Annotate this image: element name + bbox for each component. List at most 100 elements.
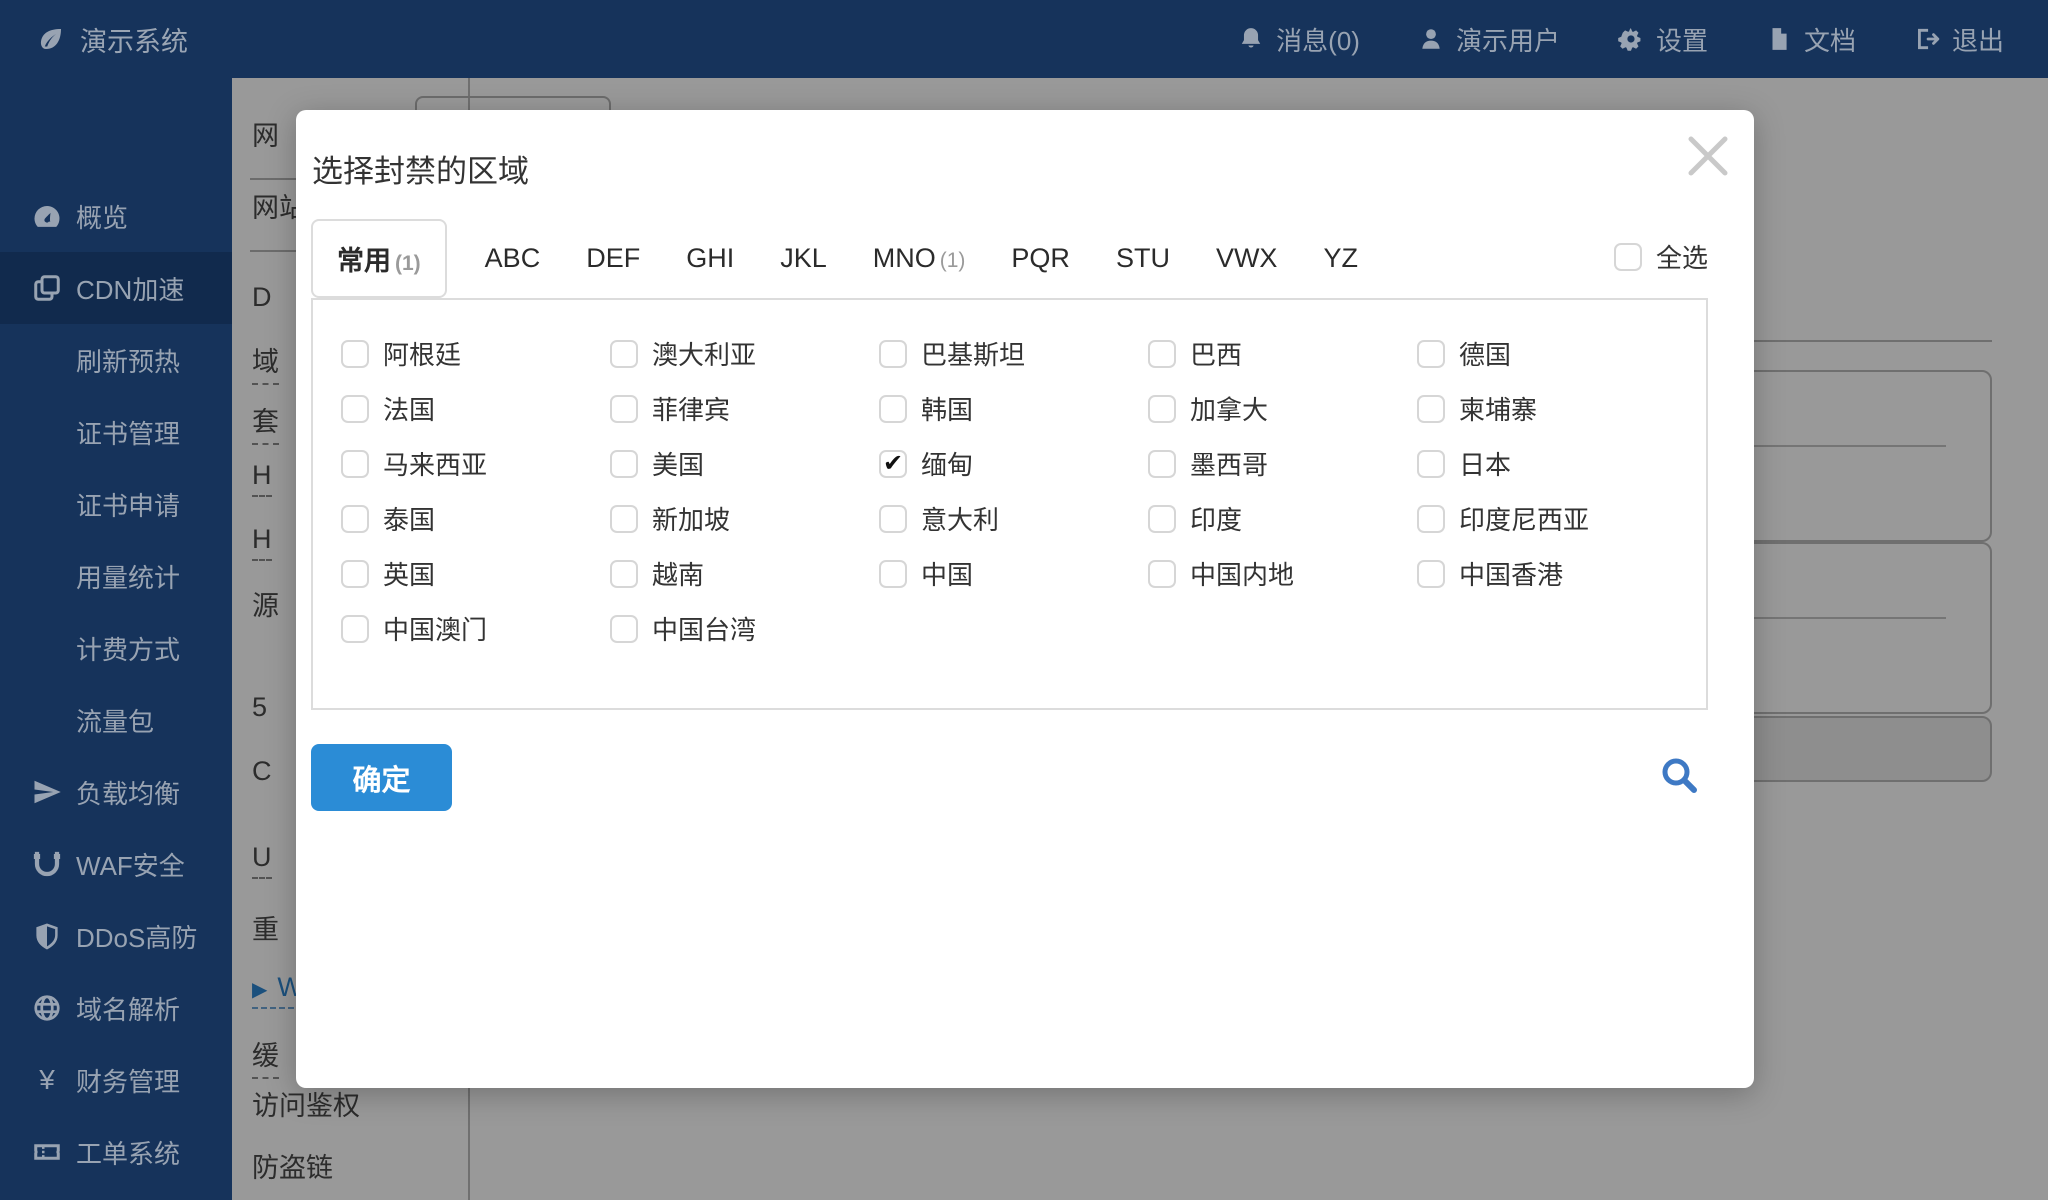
region-checkbox[interactable] (610, 615, 638, 643)
tab-ABC[interactable]: ABC (485, 243, 541, 274)
confirm-button[interactable]: 确定 (311, 744, 452, 811)
region-option-澳大利亚[interactable]: 澳大利亚 (610, 326, 879, 381)
topbar-item-logout[interactable]: 退出 (1914, 21, 2004, 58)
sidebar-item-WAF安全[interactable]: WAF安全 (0, 828, 232, 900)
region-option-菲律宾[interactable]: 菲律宾 (610, 381, 879, 436)
document-icon (1766, 26, 1792, 52)
region-checkbox[interactable] (610, 395, 638, 423)
region-option-英国[interactable]: 英国 (341, 546, 610, 601)
search-icon (1658, 754, 1702, 798)
tab-常用[interactable]: 常用(1) (311, 219, 447, 298)
region-checkbox[interactable] (1417, 560, 1445, 588)
sidebar-item-label: 计费方式 (76, 630, 180, 667)
region-label: 澳大利亚 (652, 335, 756, 372)
app-logo[interactable]: 演示系统 (36, 20, 188, 59)
region-option-柬埔寨[interactable]: 柬埔寨 (1417, 381, 1686, 436)
region-option-意大利[interactable]: 意大利 (879, 491, 1148, 546)
tab-JKL[interactable]: JKL (780, 243, 827, 274)
region-option-中国台湾[interactable]: 中国台湾 (610, 601, 879, 656)
tab-count: (1) (940, 249, 966, 272)
region-option-马来西亚[interactable]: 马来西亚 (341, 436, 610, 491)
region-checkbox[interactable] (341, 340, 369, 368)
region-checkbox[interactable] (341, 450, 369, 478)
region-checkbox[interactable] (1417, 505, 1445, 533)
region-checkbox[interactable] (341, 615, 369, 643)
region-checkbox[interactable] (610, 450, 638, 478)
sidebar-item-用量统计[interactable]: 用量统计 (0, 540, 232, 612)
region-checkbox[interactable] (879, 560, 907, 588)
tab-MNO[interactable]: MNO(1) (873, 243, 966, 274)
region-checkbox[interactable] (879, 395, 907, 423)
region-option-泰国[interactable]: 泰国 (341, 491, 610, 546)
region-checkbox-checked[interactable] (879, 450, 907, 478)
region-option-越南[interactable]: 越南 (610, 546, 879, 601)
sidebar-item-证书管理[interactable]: 证书管理 (0, 396, 232, 468)
sidebar-item-DDoS高防[interactable]: DDoS高防 (0, 900, 232, 972)
sidebar-item-刷新预热[interactable]: 刷新预热 (0, 324, 232, 396)
region-checkbox[interactable] (610, 560, 638, 588)
sidebar-item-负载均衡[interactable]: 负载均衡 (0, 756, 232, 828)
region-option-中国[interactable]: 中国 (879, 546, 1148, 601)
sidebar-item-概览[interactable]: 概览 (0, 180, 232, 252)
region-option-美国[interactable]: 美国 (610, 436, 879, 491)
region-checkbox[interactable] (610, 505, 638, 533)
tab-YZ[interactable]: YZ (1323, 243, 1358, 274)
region-option-中国内地[interactable]: 中国内地 (1148, 546, 1417, 601)
topbar-item-settings[interactable]: 设置 (1618, 21, 1708, 58)
region-checkbox[interactable] (1148, 395, 1176, 423)
region-checkbox[interactable] (341, 395, 369, 423)
region-option-墨西哥[interactable]: 墨西哥 (1148, 436, 1417, 491)
region-option-德国[interactable]: 德国 (1417, 326, 1686, 381)
region-checkbox[interactable] (1148, 560, 1176, 588)
sidebar-item-财务管理[interactable]: ¥财务管理 (0, 1044, 232, 1116)
close-button[interactable] (1676, 124, 1740, 188)
sidebar-item-流量包[interactable]: 流量包 (0, 684, 232, 756)
region-option-阿根廷[interactable]: 阿根廷 (341, 326, 610, 381)
topbar-item-label: 退出 (1952, 21, 2004, 58)
tab-VWX[interactable]: VWX (1216, 243, 1278, 274)
search-button[interactable] (1658, 754, 1702, 798)
region-option-中国澳门[interactable]: 中国澳门 (341, 601, 610, 656)
tab-PQR[interactable]: PQR (1011, 243, 1070, 274)
topbar-item-messages[interactable]: 消息(0) (1238, 21, 1360, 58)
tab-DEF[interactable]: DEF (586, 243, 640, 274)
region-option-巴西[interactable]: 巴西 (1148, 326, 1417, 381)
region-checkbox[interactable] (1417, 395, 1445, 423)
tab-GHI[interactable]: GHI (686, 243, 734, 274)
region-checkbox[interactable] (879, 505, 907, 533)
region-checkbox[interactable] (1417, 450, 1445, 478)
sidebar-item-工单系统[interactable]: 工单系统 (0, 1116, 232, 1188)
region-label: 中国台湾 (652, 610, 756, 647)
sidebar-item-访问控制[interactable]: 访问控制 (0, 1188, 232, 1200)
region-checkbox[interactable] (341, 505, 369, 533)
region-option-印度尼西亚[interactable]: 印度尼西亚 (1417, 491, 1686, 546)
tab-STU[interactable]: STU (1116, 243, 1170, 274)
region-option-缅甸[interactable]: 缅甸 (879, 436, 1148, 491)
region-checkbox[interactable] (341, 560, 369, 588)
region-checkbox[interactable] (1148, 450, 1176, 478)
sidebar-item-计费方式[interactable]: 计费方式 (0, 612, 232, 684)
sidebar-item-证书申请[interactable]: 证书申请 (0, 468, 232, 540)
sidebar-item-CDN加速[interactable]: CDN加速 (0, 252, 232, 324)
select-all-toggle[interactable]: 全选 (1614, 238, 1708, 275)
topbar-item-profile[interactable]: 演示用户 (1418, 21, 1560, 58)
region-checkbox[interactable] (1417, 340, 1445, 368)
yen-icon: ¥ (32, 1064, 62, 1096)
topbar-item-docs[interactable]: 文档 (1766, 21, 1856, 58)
region-option-中国香港[interactable]: 中国香港 (1417, 546, 1686, 601)
sidebar-item-域名解析[interactable]: 域名解析 (0, 972, 232, 1044)
region-option-法国[interactable]: 法国 (341, 381, 610, 436)
region-option-加拿大[interactable]: 加拿大 (1148, 381, 1417, 436)
region-checkbox[interactable] (1148, 340, 1176, 368)
region-option-新加坡[interactable]: 新加坡 (610, 491, 879, 546)
region-option-韩国[interactable]: 韩国 (879, 381, 1148, 436)
region-option-日本[interactable]: 日本 (1417, 436, 1686, 491)
region-option-印度[interactable]: 印度 (1148, 491, 1417, 546)
select-all-checkbox[interactable] (1614, 243, 1642, 271)
region-option-巴基斯坦[interactable]: 巴基斯坦 (879, 326, 1148, 381)
region-checkbox[interactable] (1148, 505, 1176, 533)
region-checkbox[interactable] (879, 340, 907, 368)
region-checkbox[interactable] (610, 340, 638, 368)
sidebar-item-label: 用量统计 (76, 558, 180, 595)
region-label: 英国 (383, 555, 435, 592)
